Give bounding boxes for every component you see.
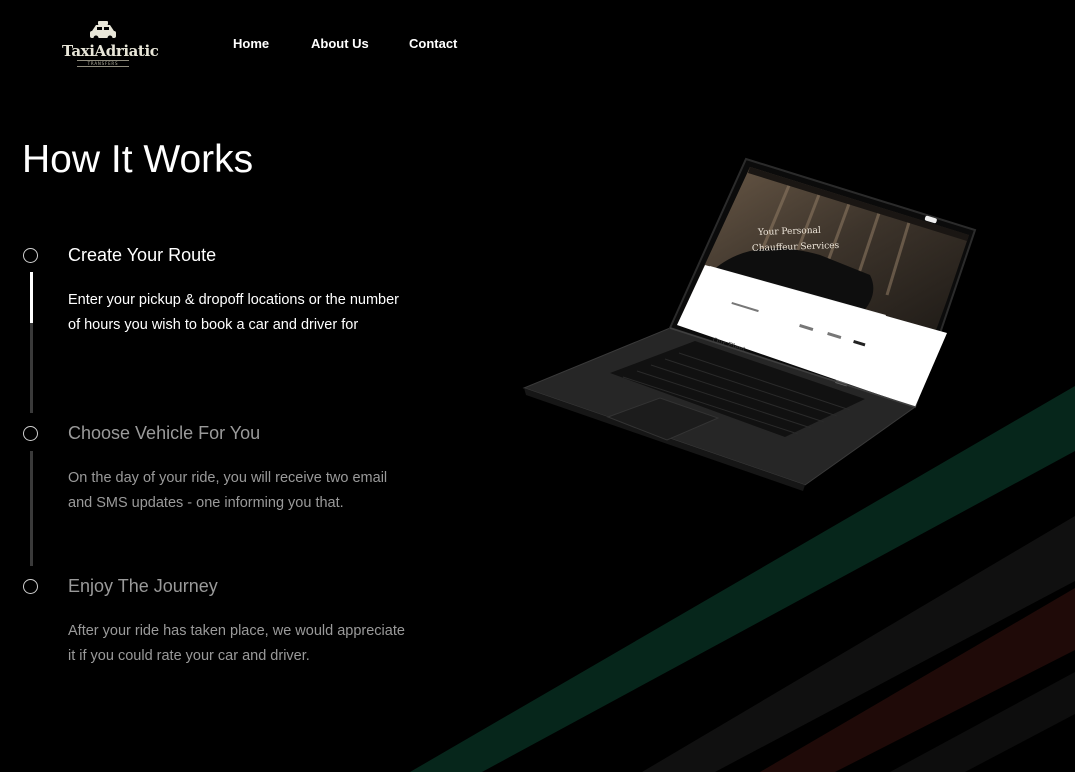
brand-logo[interactable]: TaxiAdriatic TRANSFERS (62, 20, 159, 72)
taxi-icon (90, 21, 116, 41)
step-1-description: Enter your pickup & dropoff locations or… (68, 292, 400, 333)
step-3-indicator[interactable] (23, 579, 38, 594)
step-2-progress-track (30, 451, 33, 566)
laptop-illustration: Your Personal Chauffeur Services Our Fle… (522, 157, 977, 491)
step-1-title[interactable]: Create Your Route (68, 245, 216, 266)
step-2-title[interactable]: Choose Vehicle For You (68, 423, 260, 444)
step-1-progress-track (30, 272, 33, 413)
step-3-description: After your ride has taken place, we woul… (68, 623, 405, 664)
brand-name: TaxiAdriatic (62, 42, 159, 60)
step-1-progress-fill (30, 272, 33, 323)
nav-home-link[interactable]: Home (233, 36, 269, 51)
step-2-description: On the day of your ride, you will receiv… (68, 470, 388, 511)
step-2-indicator[interactable] (23, 426, 38, 441)
brand-tagline: TRANSFERS (77, 60, 129, 67)
step-3-title[interactable]: Enjoy The Journey (68, 576, 218, 597)
nav-contact-link[interactable]: Contact (409, 36, 457, 51)
step-1-indicator[interactable] (23, 248, 38, 263)
page-title: How It Works (22, 138, 254, 181)
nav-about-link[interactable]: About Us (311, 36, 369, 51)
